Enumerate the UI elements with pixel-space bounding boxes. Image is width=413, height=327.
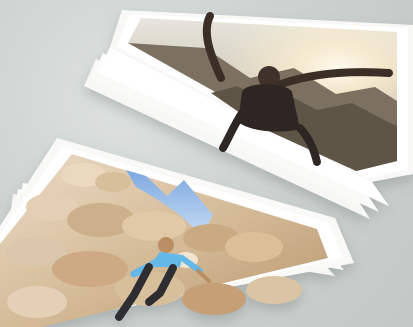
scene-illustration [0, 10, 413, 327]
photo-scene [0, 0, 413, 327]
